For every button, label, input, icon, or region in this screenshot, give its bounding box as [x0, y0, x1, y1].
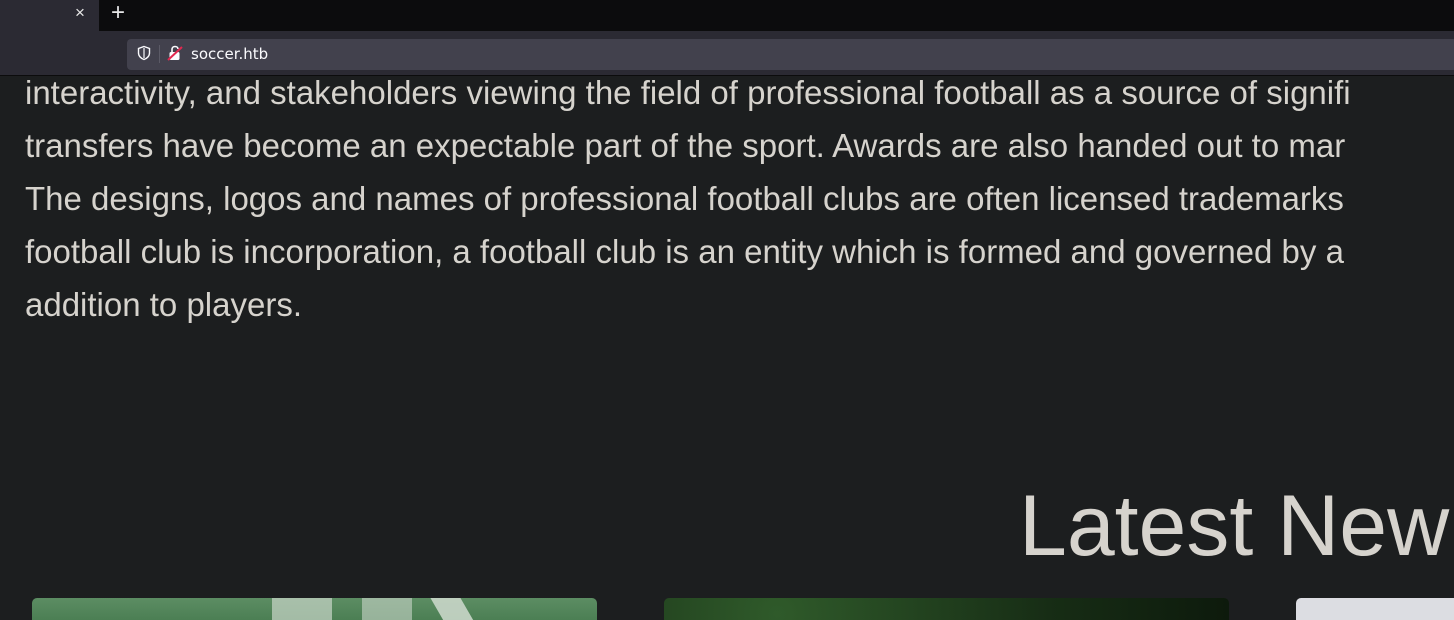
field-line [272, 598, 332, 620]
tab-strip: × + [0, 0, 1454, 31]
shield-icon[interactable] [136, 45, 152, 61]
tab-current[interactable]: × [0, 0, 99, 31]
paragraph-line: football club is incorporation, a footba… [25, 233, 1344, 270]
paragraph-line: The designs, logos and names of professi… [25, 180, 1344, 217]
news-card-aerial-forest[interactable] [664, 598, 1229, 620]
about-paragraph: interactivity, and stakeholders viewing … [25, 76, 1454, 331]
page-content: interactivity, and stakeholders viewing … [0, 76, 1454, 620]
url-text[interactable]: soccer.htb [191, 44, 268, 64]
paragraph-line: transfers have become an expectable part… [25, 127, 1346, 164]
paragraph-line: interactivity, and stakeholders viewing … [25, 76, 1351, 111]
url-separator [159, 45, 160, 63]
latest-news-heading: Latest New [1019, 478, 1450, 574]
broken-lock-icon[interactable] [167, 45, 183, 61]
field-line [430, 598, 484, 620]
news-card-light[interactable] [1296, 598, 1454, 620]
new-tab-button[interactable]: + [107, 1, 129, 25]
paragraph-line: addition to players. [25, 286, 303, 323]
news-card-football-field[interactable] [32, 598, 597, 620]
field-line [362, 598, 412, 620]
close-icon[interactable]: × [70, 3, 90, 23]
url-bar[interactable] [127, 39, 1454, 70]
